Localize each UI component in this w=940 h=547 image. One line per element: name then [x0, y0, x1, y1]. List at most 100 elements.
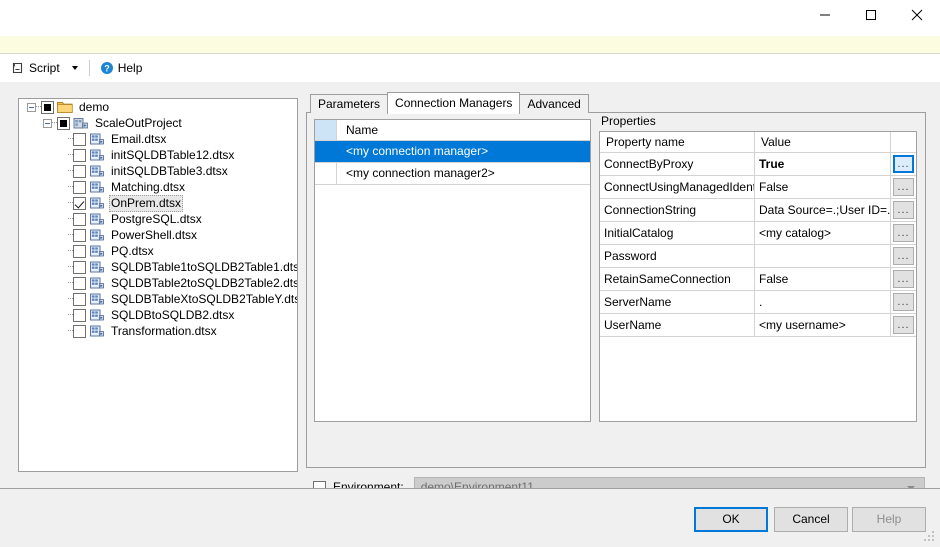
property-value[interactable]: <my catalog>: [755, 222, 891, 244]
property-ellipsis-button[interactable]: ...: [893, 316, 914, 334]
properties-title: Properties: [601, 114, 656, 128]
package-icon: [90, 149, 104, 161]
tree-node[interactable]: initSQLDBTable12.dtsx: [19, 147, 297, 163]
property-row: Password...: [600, 245, 916, 268]
tab-connection-managers[interactable]: Connection Managers: [387, 92, 521, 114]
ok-button[interactable]: OK: [694, 507, 768, 532]
tree-node[interactable]: SQLDBtoSQLDB2.dtsx: [19, 307, 297, 323]
expander-icon[interactable]: [43, 118, 52, 128]
property-ellipsis-button[interactable]: ...: [893, 270, 914, 288]
property-row: ServerName....: [600, 291, 916, 314]
property-value[interactable]: False: [755, 268, 891, 290]
package-icon: [90, 245, 104, 257]
tree-node[interactable]: Matching.dtsx: [19, 179, 297, 195]
tree-node-checkbox[interactable]: [57, 116, 70, 130]
property-value[interactable]: Data Source=.;User ID=...: [755, 199, 891, 221]
cancel-button[interactable]: Cancel: [774, 507, 848, 532]
tree-node-checkbox[interactable]: [73, 196, 86, 210]
resize-grip[interactable]: [924, 531, 936, 543]
tree-node-checkbox[interactable]: [73, 308, 86, 322]
connection-manager-list[interactable]: Name <my connection manager> <my connecti…: [314, 119, 591, 422]
property-row: ConnectUsingManagedIdentity False...: [600, 176, 916, 199]
tab-advanced[interactable]: Advanced: [519, 94, 589, 113]
property-ellipsis-button[interactable]: ...: [893, 155, 914, 173]
property-value[interactable]: False: [755, 176, 891, 198]
tree-node[interactable]: SQLDBTable1toSQLDB2Table1.dtsx: [19, 259, 297, 275]
tree-node[interactable]: initSQLDBTable3.dtsx: [19, 163, 297, 179]
tree-node-label: Matching.dtsx: [111, 179, 186, 194]
tree-node-label: SQLDBtoSQLDB2.dtsx: [111, 307, 235, 322]
folder-icon: [57, 102, 73, 113]
script-dropdown-button[interactable]: [64, 57, 83, 79]
tree-node[interactable]: Transformation.dtsx: [19, 323, 297, 339]
row-selector[interactable]: [315, 141, 337, 162]
connection-manager-row[interactable]: <my connection manager2>: [315, 163, 590, 185]
property-row: RetainSameConnection False...: [600, 268, 916, 291]
property-ellipsis-button[interactable]: ...: [893, 247, 914, 265]
tree-node-checkbox[interactable]: [73, 148, 86, 162]
tree-node[interactable]: Email.dtsx: [19, 131, 297, 147]
row-selector-header: [315, 120, 337, 140]
property-value[interactable]: True: [755, 153, 891, 175]
tab-parameters[interactable]: Parameters: [310, 94, 389, 113]
tree-node-checkbox[interactable]: [73, 244, 86, 258]
tree-node-checkbox[interactable]: [73, 228, 86, 242]
column-header-name[interactable]: Name: [337, 120, 590, 140]
tree-node-checkbox[interactable]: [41, 100, 54, 114]
tree-node-checkbox[interactable]: [73, 324, 86, 338]
property-ellipsis-button[interactable]: ...: [893, 178, 914, 196]
property-name: ConnectUsingManagedIdentity: [600, 176, 755, 198]
tree-node-checkbox[interactable]: [73, 132, 86, 146]
tree-node[interactable]: ScaleOutProject: [19, 115, 297, 131]
tree-node[interactable]: PostgreSQL.dtsx: [19, 211, 297, 227]
properties-grid[interactable]: Property name Value ConnectByProxy True..…: [599, 131, 917, 422]
title-bar: [0, 0, 940, 36]
package-icon: [90, 293, 104, 305]
property-ellipsis-button[interactable]: ...: [893, 293, 914, 311]
settings-pane: Parameters Connection Managers Advanced Na…: [306, 92, 926, 498]
close-button[interactable]: [894, 0, 940, 30]
tree-node-label: SQLDBTable2toSQLDB2Table2.dtsx: [111, 275, 298, 290]
tree-node[interactable]: PQ.dtsx: [19, 243, 297, 259]
help-circle-icon: ?: [100, 61, 114, 75]
tree-node-checkbox[interactable]: [73, 164, 86, 178]
tree-node-label: ScaleOutProject: [95, 115, 182, 130]
row-selector[interactable]: [315, 163, 337, 184]
connection-manager-row[interactable]: <my connection manager>: [315, 141, 590, 163]
tree-node-checkbox[interactable]: [73, 292, 86, 306]
help-toolbar-button[interactable]: ? Help: [96, 57, 147, 79]
tree-node-checkbox[interactable]: [73, 180, 86, 194]
tree-node[interactable]: OnPrem.dtsx: [19, 194, 297, 212]
tree-node[interactable]: SQLDBTableXtoSQLDB2TableY.dtsx: [19, 291, 297, 307]
script-icon: [11, 61, 25, 75]
tree-node-label: OnPrem.dtsx: [109, 194, 184, 212]
column-header-value[interactable]: Value: [755, 132, 891, 152]
tree-node[interactable]: SQLDBTable2toSQLDB2Table2.dtsx: [19, 275, 297, 291]
tree-node[interactable]: PowerShell.dtsx: [19, 227, 297, 243]
tree-node-checkbox[interactable]: [73, 260, 86, 274]
property-value[interactable]: .: [755, 291, 891, 313]
property-ellipsis-button[interactable]: ...: [893, 201, 914, 219]
property-value[interactable]: [755, 245, 891, 267]
package-icon: [90, 165, 104, 177]
property-ellipsis-button[interactable]: ...: [893, 224, 914, 242]
connection-manager-name: <my connection manager2>: [346, 166, 495, 180]
chevron-down-icon: [71, 66, 78, 70]
package-tree[interactable]: demo ScaleOutProject Email.dtsx initSQLDBTa…: [18, 98, 298, 472]
property-actions: ...: [891, 268, 916, 290]
tree-node-checkbox[interactable]: [73, 276, 86, 290]
column-header-property-name[interactable]: Property name: [600, 132, 755, 152]
connection-manager-header: Name: [315, 120, 590, 141]
property-name: UserName: [600, 314, 755, 336]
minimize-button[interactable]: [802, 0, 848, 30]
property-value[interactable]: <my username>: [755, 314, 891, 336]
maximize-button[interactable]: [848, 0, 894, 30]
property-name: Password: [600, 245, 755, 267]
expander-icon[interactable]: [27, 102, 36, 112]
tree-node[interactable]: demo: [19, 99, 297, 115]
tree-node-checkbox[interactable]: [73, 212, 86, 226]
script-button[interactable]: Script: [7, 57, 64, 79]
property-row: ConnectionString Data Source=.;User ID=..…: [600, 199, 916, 222]
toolbar: Script ? Help: [0, 54, 940, 83]
tree-node-label: PostgreSQL.dtsx: [111, 211, 202, 226]
